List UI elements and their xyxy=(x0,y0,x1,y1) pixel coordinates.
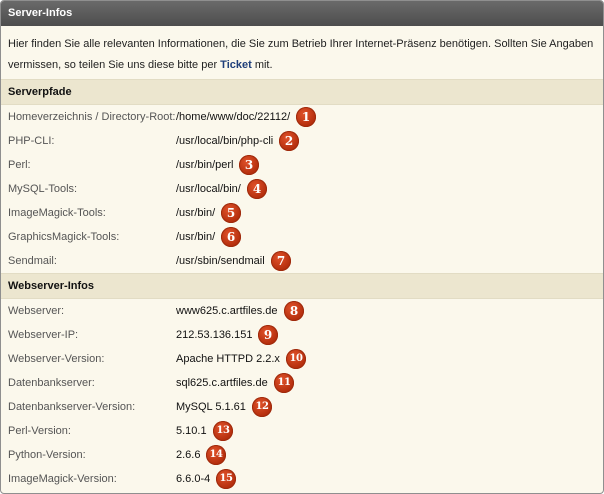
info-value: /usr/local/bin/ xyxy=(176,183,241,195)
info-row: ImageMagick-Tools: /usr/bin/5 xyxy=(1,201,603,225)
number-badge-icon: 1 xyxy=(296,107,316,127)
info-label: GraphicsMagick-Tools: xyxy=(8,231,120,243)
number-badge-icon: 7 xyxy=(271,251,291,271)
number-badge-icon: 5 xyxy=(221,203,241,223)
number-badge-icon: 4 xyxy=(247,179,267,199)
info-value: /usr/local/bin/php-cli xyxy=(176,135,274,147)
number-badge-icon: 2 xyxy=(279,131,299,151)
info-value: www625.c.artfiles.de xyxy=(176,305,278,317)
info-label: Webserver: xyxy=(8,305,65,317)
info-value: /home/www/doc/22112/ xyxy=(176,111,291,123)
info-value: /usr/bin/ xyxy=(176,207,216,219)
info-row: Sendmail: /usr/sbin/sendmail 7 xyxy=(1,249,603,273)
info-value: sql625.c.artfiles.de xyxy=(176,377,268,389)
info-label: Homeverzeichnis / Directory-Root: xyxy=(8,111,176,123)
info-value: /usr/bin/ xyxy=(176,231,216,243)
number-badge-icon: 11 xyxy=(274,373,294,393)
server-infos-panel: Server-Infos Hier finden Sie alle releva… xyxy=(0,0,604,494)
info-row: Perl-Version: 5.10.1 13 xyxy=(1,419,603,443)
info-row: GraphicsMagick-Tools: /usr/bin/6 xyxy=(1,225,603,249)
info-value: MySQL 5.1.61 xyxy=(176,401,246,413)
info-label: Perl-Version: xyxy=(8,425,71,437)
info-label: ImageMagick-Version: xyxy=(8,473,117,485)
number-badge-icon: 3 xyxy=(239,155,259,175)
info-row: Webserver-Version: Apache HTTPD 2.2.x 10 xyxy=(1,347,603,371)
info-label: Sendmail: xyxy=(8,255,57,267)
info-row: Python-Version: 2.6.6 14 xyxy=(1,443,603,467)
section-heading-serverpfade: Serverpfade xyxy=(1,79,603,105)
intro-text-before: Hier finden Sie alle relevanten Informat… xyxy=(8,38,594,71)
info-value: 212.53.136.151 xyxy=(176,329,253,341)
intro-text: Hier finden Sie alle relevanten Informat… xyxy=(1,26,603,79)
info-row: ImageMagick-Version: 6.6.0-4 15 xyxy=(1,467,603,491)
info-row: Datenbankserver-Version: MySQL 5.1.61 12 xyxy=(1,395,603,419)
serverpfade-list: Homeverzeichnis / Directory-Root:/home/w… xyxy=(1,105,603,273)
info-value: /usr/sbin/sendmail xyxy=(176,255,265,267)
webserver-list: Webserver: www625.c.artfiles.de 8 Webserver… xyxy=(1,299,603,491)
info-value: 2.6.6 xyxy=(176,449,201,461)
section-heading-webserver: Webserver-Infos xyxy=(1,273,603,299)
info-label: Webserver-IP: xyxy=(8,329,79,341)
number-badge-icon: 6 xyxy=(221,227,241,247)
number-badge-icon: 12 xyxy=(252,397,272,417)
ticket-link[interactable]: Ticket xyxy=(220,59,252,71)
panel-title: Server-Infos xyxy=(1,1,603,26)
info-label: MySQL-Tools: xyxy=(8,183,78,195)
info-row: Perl: /usr/bin/perl 3 xyxy=(1,153,603,177)
info-row: PHP-CLI: /usr/local/bin/php-cli 2 xyxy=(1,129,603,153)
number-badge-icon: 8 xyxy=(284,301,304,321)
info-value: Apache HTTPD 2.2.x xyxy=(176,353,280,365)
info-row: Webserver-IP: 212.53.136.151 9 xyxy=(1,323,603,347)
info-row: Homeverzeichnis / Directory-Root:/home/w… xyxy=(1,105,603,129)
number-badge-icon: 10 xyxy=(286,349,306,369)
number-badge-icon: 9 xyxy=(258,325,278,345)
info-value: 5.10.1 xyxy=(176,425,207,437)
info-label: PHP-CLI: xyxy=(8,135,55,147)
info-row: Webserver: www625.c.artfiles.de 8 xyxy=(1,299,603,323)
intro-text-after: mit. xyxy=(251,59,273,71)
info-value: /usr/bin/perl xyxy=(176,159,234,171)
info-label: ImageMagick-Tools: xyxy=(8,207,106,219)
info-label: Datenbankserver-Version: xyxy=(8,401,136,413)
info-label: Datenbankserver: xyxy=(8,377,95,389)
number-badge-icon: 14 xyxy=(206,445,226,465)
info-label: Perl: xyxy=(8,159,31,171)
info-row: Datenbankserver: sql625.c.artfiles.de 11 xyxy=(1,371,603,395)
info-value: 6.6.0-4 xyxy=(176,473,211,485)
number-badge-icon: 15 xyxy=(216,469,236,489)
number-badge-icon: 13 xyxy=(213,421,233,441)
info-label: Python-Version: xyxy=(8,449,86,461)
info-label: Webserver-Version: xyxy=(8,353,105,365)
info-row: MySQL-Tools: /usr/local/bin/4 xyxy=(1,177,603,201)
